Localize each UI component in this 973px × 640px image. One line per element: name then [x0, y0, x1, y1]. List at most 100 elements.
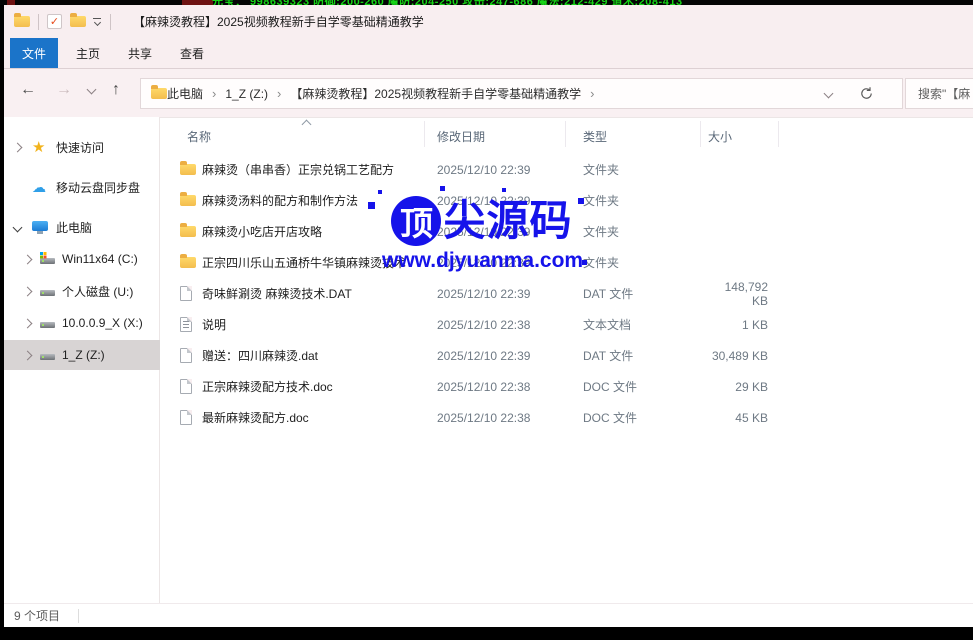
file-size: 30,489 KB — [708, 349, 768, 363]
breadcrumb-item[interactable]: 1_Z (Z:) — [225, 87, 268, 101]
file-type-icon — [180, 195, 196, 206]
divider — [78, 609, 79, 623]
explorer-window: ✓ 【麻辣烫教程】2025视频教程新手自学零基础精通教学 文件 主页 共享 查看… — [4, 5, 973, 627]
column-divider[interactable] — [700, 121, 701, 147]
file-date: 2025/12/10 22:39 — [437, 194, 583, 208]
file-row[interactable]: 说明 2025/12/10 22:38 文本文档 1 KB — [160, 309, 973, 340]
address-bar[interactable]: 此电脑 › 1_Z (Z:) › 【麻辣烫教程】2025视频教程新手自学零基础精通教… — [140, 78, 903, 109]
expander-chevron-icon[interactable] — [13, 142, 23, 152]
file-size: 148,792 KB — [708, 280, 768, 308]
ribbon-tab-文件[interactable]: 文件 — [10, 38, 58, 68]
search-input[interactable]: 搜索"【麻 — [905, 78, 973, 109]
file-type-icon — [180, 164, 196, 175]
file-row[interactable]: 赠送：四川麻辣烫.dat 2025/12/10 22:39 DAT 文件 30,… — [160, 340, 973, 371]
back-button[interactable]: ← — [20, 81, 36, 99]
file-date: 2025/12/10 22:38 — [437, 411, 583, 425]
navigation-pane: ★ 快速访问 ☁ 移动云盘同步盘 此电脑 — [4, 117, 160, 603]
sidebar-item-label: 个人磁盘 (U:) — [62, 283, 133, 300]
address-history-dropdown-icon[interactable] — [825, 79, 832, 108]
sidebar-item-个人磁盘 (U:)[interactable]: 个人磁盘 (U:) — [4, 276, 160, 306]
column-header-size[interactable]: 大小 — [708, 128, 732, 145]
breadcrumb: 此电脑 › 1_Z (Z:) › 【麻辣烫教程】2025视频教程新手自学零基础精通教… — [167, 85, 603, 102]
expander-chevron-icon[interactable] — [23, 254, 33, 264]
file-size: 1 KB — [708, 318, 768, 332]
folder-icon[interactable] — [70, 16, 86, 27]
sidebar-item-10.0.0.9_X (X:)[interactable]: 10.0.0.9_X (X:) — [4, 308, 160, 338]
file-type: 文件夹 — [583, 192, 708, 209]
sidebar-item-1_Z (Z:)[interactable]: 1_Z (Z:) — [4, 340, 160, 370]
list-header: 名称 修改日期 类型 大小 — [160, 118, 973, 151]
forward-button[interactable]: → — [56, 81, 72, 99]
file-type: 文件夹 — [583, 161, 708, 178]
file-row[interactable]: 麻辣烫汤料的配方和制作方法 2025/12/10 22:39 文件夹 — [160, 185, 973, 216]
file-row[interactable]: 正宗麻辣烫配方技术.doc 2025/12/10 22:38 DOC 文件 29… — [160, 371, 973, 402]
breadcrumb-chevron-icon[interactable]: › — [277, 86, 281, 101]
sidebar-item-icon — [40, 322, 55, 328]
breadcrumb-item[interactable]: 此电脑 — [167, 85, 203, 102]
breadcrumb-chevron-icon[interactable]: › — [212, 86, 216, 101]
file-row[interactable]: 麻辣烫（串串香）正宗兑锅工艺配方 2025/12/10 22:39 文件夹 — [160, 154, 973, 185]
expander-chevron-icon[interactable] — [23, 350, 33, 360]
file-type: DAT 文件 — [583, 347, 708, 364]
up-button[interactable]: ↑ — [112, 81, 120, 99]
ribbon-tab-label: 主页 — [76, 45, 100, 62]
file-date: 2025/12/10 22:39 — [437, 349, 583, 363]
sidebar-item-icon: ☁ — [32, 180, 46, 194]
ribbon-tab-主页[interactable]: 主页 — [66, 38, 110, 68]
file-list-pane: 名称 修改日期 类型 大小 麻辣烫（串串香）正宗兑锅工艺配方 2025/12/1… — [160, 117, 973, 603]
expander-chevron-icon[interactable] — [23, 318, 33, 328]
file-type: DAT 文件 — [583, 285, 708, 302]
column-header-name[interactable]: 名称 — [187, 128, 211, 145]
divider — [110, 14, 111, 30]
sidebar-item-label: 1_Z (Z:) — [62, 348, 105, 362]
file-row[interactable]: 奇味鲜涮烫 麻辣烫技术.DAT 2025/12/10 22:39 DAT 文件 … — [160, 278, 973, 309]
file-date: 2025/12/10 22:38 — [437, 318, 583, 332]
sidebar-item-icon — [32, 221, 48, 234]
file-type: DOC 文件 — [583, 409, 708, 426]
file-type-icon — [180, 348, 192, 363]
title-bar: ✓ 【麻辣烫教程】2025视频教程新手自学零基础精通教学 — [4, 5, 973, 38]
sidebar-item-此电脑[interactable]: 此电脑 — [4, 212, 160, 242]
ribbon-tab-label: 共享 — [128, 45, 152, 62]
column-header-date[interactable]: 修改日期 — [437, 128, 485, 145]
breadcrumb-chevron-icon[interactable]: › — [590, 86, 594, 101]
file-row[interactable]: 最新麻辣烫配方.doc 2025/12/10 22:38 DOC 文件 45 K… — [160, 402, 973, 433]
checkmark-icon[interactable]: ✓ — [47, 14, 62, 29]
file-type-icon — [180, 410, 192, 425]
file-date: 2025/12/10 22:39 — [437, 163, 583, 177]
sort-ascending-icon[interactable] — [302, 120, 312, 130]
status-bar: 9 个项目 — [4, 603, 973, 627]
file-name: 正宗麻辣烫配方技术.doc — [202, 378, 437, 395]
file-size: 29 KB — [708, 380, 768, 394]
file-row[interactable]: 麻辣烫小吃店开店攻略 2025/12/10 22:39 文件夹 — [160, 216, 973, 247]
folder-icon[interactable] — [14, 16, 30, 27]
column-header-type[interactable]: 类型 — [583, 128, 607, 145]
sidebar-item-label: 此电脑 — [56, 219, 92, 236]
refresh-icon[interactable] — [859, 79, 874, 108]
file-name: 麻辣烫汤料的配方和制作方法 — [202, 192, 437, 209]
file-date: 2025/12/10 22:39 — [437, 287, 583, 301]
recent-locations-dropdown-icon[interactable] — [87, 85, 97, 95]
sidebar-item-移动云盘同步盘[interactable]: ☁ 移动云盘同步盘 — [4, 172, 160, 202]
quick-access-toolbar-dropdown-icon[interactable] — [92, 17, 102, 27]
sidebar-item-快速访问[interactable]: ★ 快速访问 — [4, 132, 160, 162]
expander-chevron-icon[interactable] — [13, 222, 23, 232]
file-name: 麻辣烫小吃店开店攻略 — [202, 223, 437, 240]
file-name: 说明 — [202, 316, 437, 333]
file-type: 文件夹 — [583, 223, 708, 240]
breadcrumb-item[interactable]: 【麻辣烫教程】2025视频教程新手自学零基础精通教学 — [290, 85, 581, 102]
column-divider[interactable] — [778, 121, 779, 147]
location-folder-icon — [151, 88, 167, 99]
sidebar-item-label: 移动云盘同步盘 — [56, 179, 140, 196]
file-row[interactable]: 正宗四川乐山五通桥牛华镇麻辣烫技术 2025/12/10 22:39 文件夹 — [160, 247, 973, 278]
ribbon-tab-查看[interactable]: 查看 — [170, 38, 214, 68]
window-title: 【麻辣烫教程】2025视频教程新手自学零基础精通教学 — [133, 13, 424, 30]
ribbon-tabs: 文件 主页 共享 查看 — [4, 38, 973, 69]
sidebar-item-Win11x64 (C:)[interactable]: Win11x64 (C:) — [4, 244, 160, 274]
file-name: 最新麻辣烫配方.doc — [202, 409, 437, 426]
expander-chevron-icon[interactable] — [23, 286, 33, 296]
file-type-icon — [180, 226, 196, 237]
column-divider[interactable] — [424, 121, 425, 147]
column-divider[interactable] — [565, 121, 566, 147]
ribbon-tab-共享[interactable]: 共享 — [118, 38, 162, 68]
